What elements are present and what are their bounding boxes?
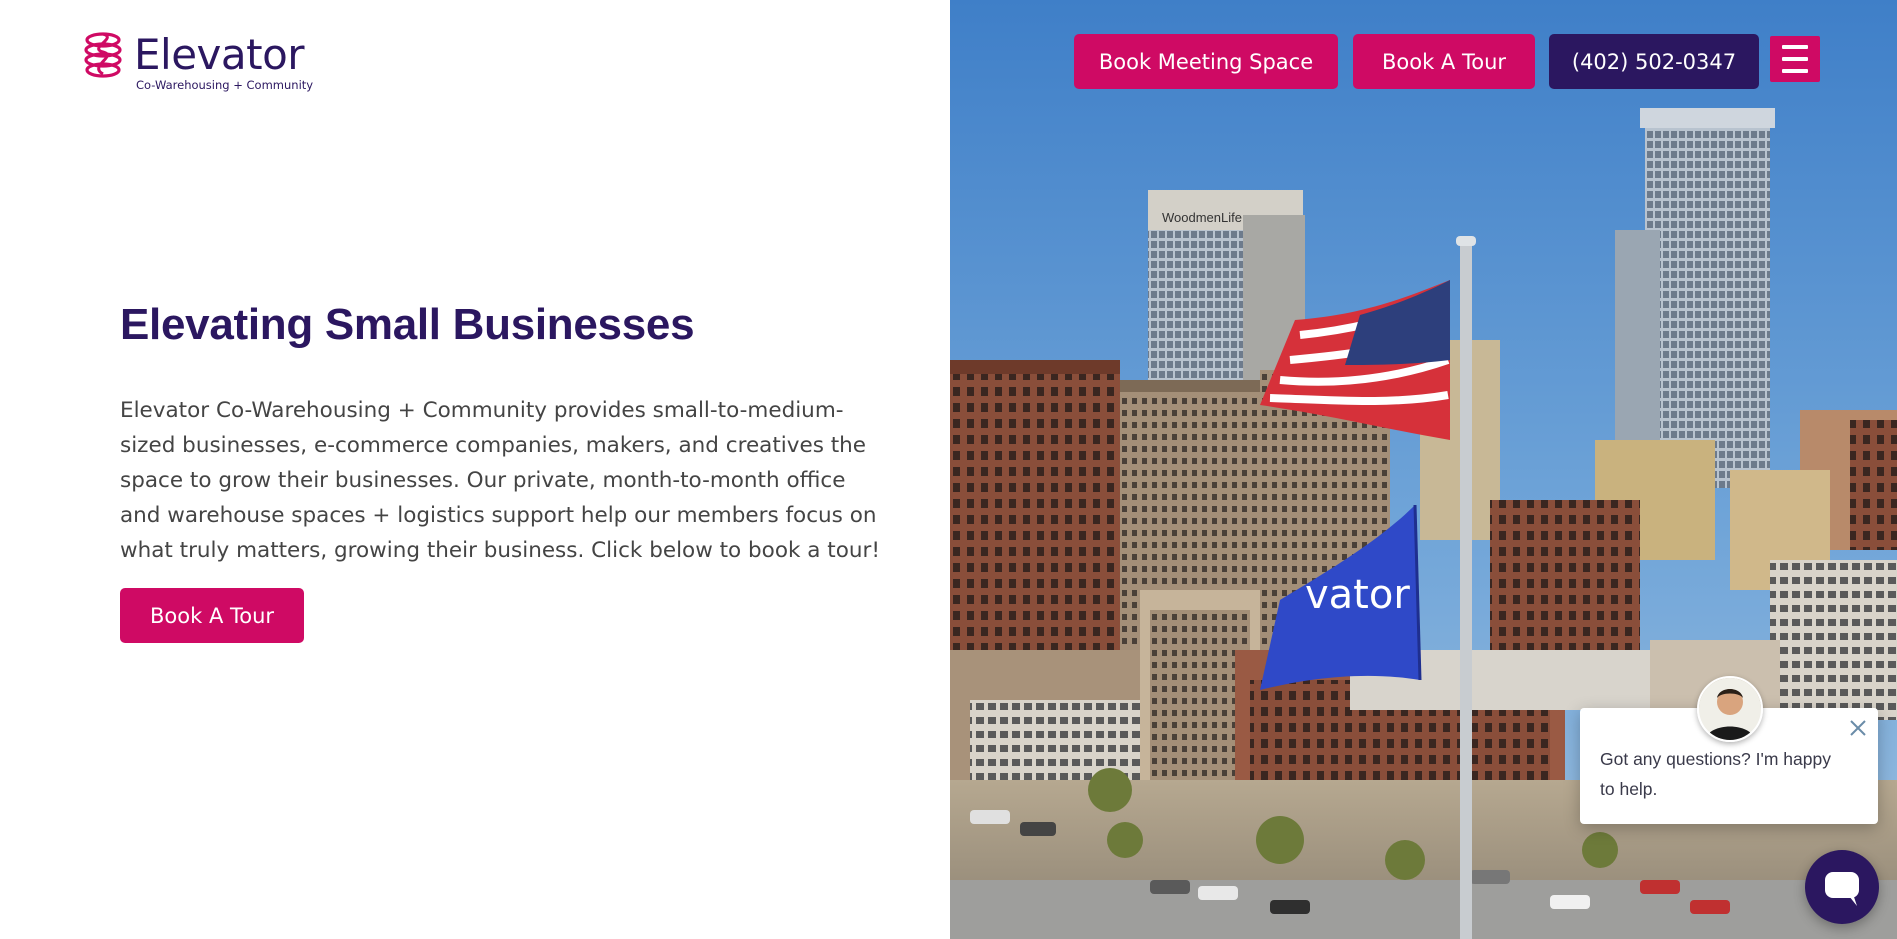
phone-button[interactable]: (402) 502-0347	[1549, 34, 1759, 89]
flag-wordmark-text: vator	[1305, 572, 1410, 618]
chat-agent-avatar	[1697, 676, 1763, 742]
nav-book-tour-button[interactable]: Book A Tour	[1353, 34, 1535, 89]
chat-bubble-icon	[1825, 872, 1859, 906]
chat-launcher-button[interactable]	[1805, 850, 1879, 924]
hero-description: Elevator Co-Warehousing + Community prov…	[120, 398, 880, 563]
hamburger-icon	[1782, 45, 1808, 73]
logo-wordmark: Elevator	[134, 30, 305, 79]
book-tour-button[interactable]: Book A Tour	[120, 588, 305, 643]
logo-tagline: Co-Warehousing + Community	[136, 78, 314, 92]
hero-title: Elevating Small Businesses	[120, 300, 695, 349]
top-nav: Book Meeting Space Book A Tour (402) 502…	[950, 34, 1897, 90]
menu-button[interactable]	[1770, 36, 1820, 82]
chat-message: Got any questions? I'm happy to help.	[1600, 749, 1831, 799]
close-icon[interactable]	[1848, 718, 1868, 738]
logo-spiral-icon	[84, 32, 122, 78]
hero-left-panel: Elevator Co-Warehousing + Community Elev…	[0, 0, 950, 939]
elevator-logo[interactable]: Elevator Co-Warehousing + Community	[78, 30, 318, 94]
tower-sign-text: WoodmenLife	[1162, 210, 1242, 225]
book-meeting-space-button[interactable]: Book Meeting Space	[1074, 34, 1338, 89]
